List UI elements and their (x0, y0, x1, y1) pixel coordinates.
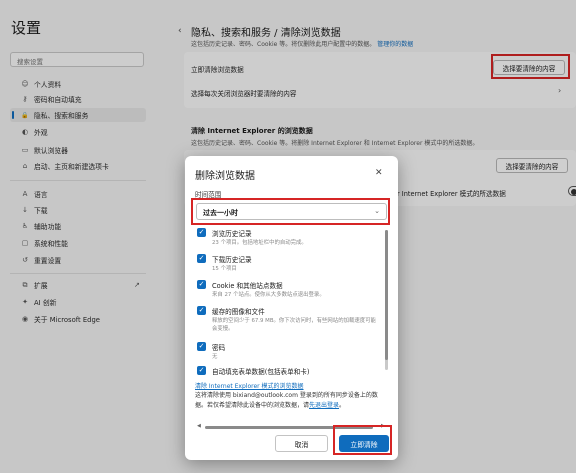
checkbox-icon[interactable]: ✓ (197, 342, 206, 351)
checkbox-icon[interactable]: ✓ (197, 306, 206, 315)
option-description: 释放的空间少于 67.9 MB。你下次访问时，有些网站的加载速度可能会变慢。 (212, 318, 376, 332)
option-description: 15 个项目 (212, 266, 237, 272)
option-label: Cookie 和其他站点数据 (212, 282, 283, 290)
dialog-title: 删除浏览数据 (195, 171, 255, 182)
data-type-list: ✓ 浏览历史记录 23 个项目。包括地址栏中的自动完成。 ✓ 下载历史记录 15… (195, 228, 390, 378)
scroll-left-icon[interactable]: ◀ (197, 423, 201, 429)
option-label: 密码 (212, 344, 226, 352)
option-label: 自动填充表单数据(包括表单和卡) (212, 368, 310, 376)
checkbox-icon[interactable]: ✓ (197, 228, 206, 237)
option-description: 23 个项目。包括地址栏中的自动完成。 (212, 240, 307, 246)
option-label: 缓存的图像和文件 (212, 308, 265, 316)
vertical-scrollbar-thumb[interactable] (385, 230, 388, 360)
checkbox-icon[interactable]: ✓ (197, 280, 206, 289)
sync-note-end: 。 (339, 402, 346, 409)
checkbox-icon[interactable]: ✓ (197, 254, 206, 263)
highlight-box (333, 425, 392, 455)
sync-note: 这将清除使用 bixiand@outlook.com 登录到的所有同步设备上的数… (195, 391, 389, 411)
sync-note-text: 这将清除使用 bixiand@outlook.com 登录到的所有同步设备上的数… (195, 392, 378, 409)
cancel-button[interactable]: 取消 (275, 435, 328, 452)
close-icon[interactable]: ✕ (375, 168, 383, 178)
option-description: 无 (212, 354, 218, 360)
clear-ie-data-link[interactable]: 清除 Internet Explorer 模式的浏览数据 (195, 381, 304, 390)
option-label: 下载历史记录 (212, 256, 252, 264)
highlight-box (191, 198, 390, 225)
option-description: 来自 27 个站点。使你从大多数站点退出登录。 (212, 292, 325, 298)
sign-out-link[interactable]: 先退出登录 (309, 402, 339, 409)
checkbox-icon[interactable]: ✓ (197, 366, 206, 375)
option-label: 浏览历史记录 (212, 230, 252, 238)
